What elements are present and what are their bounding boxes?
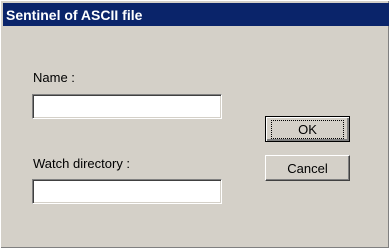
ok-button-label: OK xyxy=(271,119,344,139)
sentinel-dialog: Sentinel of ASCII file Name : Watch dire… xyxy=(0,0,390,249)
ok-button[interactable]: OK xyxy=(265,116,350,142)
watch-directory-input[interactable] xyxy=(32,179,222,204)
name-label: Name : xyxy=(33,70,75,85)
watch-directory-label: Watch directory : xyxy=(33,156,131,171)
name-input[interactable] xyxy=(32,94,222,119)
cancel-button[interactable]: Cancel xyxy=(265,155,350,181)
title-bar[interactable]: Sentinel of ASCII file xyxy=(3,3,389,26)
cancel-button-label: Cancel xyxy=(287,160,328,176)
window-title: Sentinel of ASCII file xyxy=(6,6,143,23)
